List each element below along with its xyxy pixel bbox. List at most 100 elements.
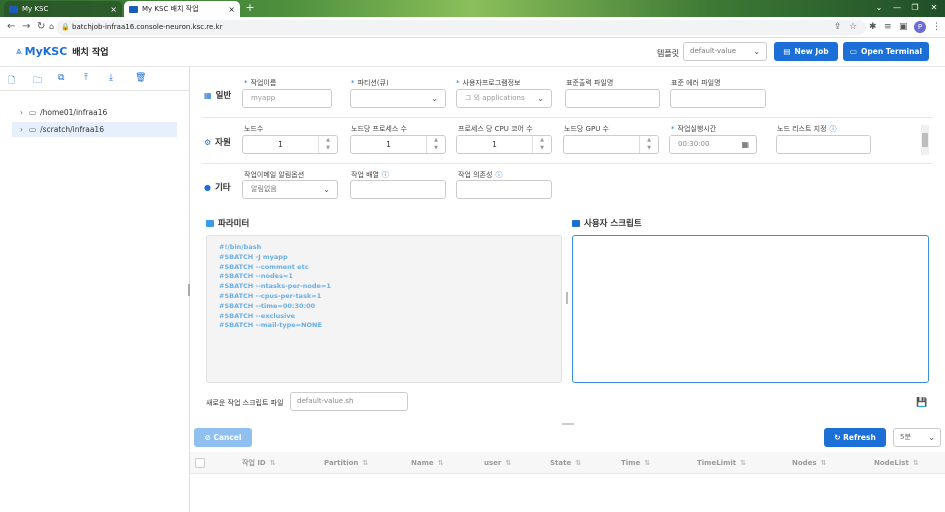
scrollbar-thumb[interactable] bbox=[922, 133, 928, 147]
app-logo[interactable]: ⩓ MyKSC 배치 작업 bbox=[16, 45, 109, 58]
mail-select[interactable]: 알림없음 ⌄ bbox=[242, 180, 338, 199]
column-user[interactable]: user ⇅ bbox=[484, 452, 511, 474]
sidepanel-icon[interactable]: ▣ bbox=[899, 22, 908, 32]
user-script-editor[interactable] bbox=[572, 235, 929, 383]
copy-icon[interactable]: ⧉ bbox=[58, 73, 64, 83]
delete-icon[interactable]: 🗑 bbox=[135, 73, 146, 83]
time-value: 00:30:00 bbox=[678, 140, 710, 148]
stderr-input[interactable] bbox=[670, 89, 766, 108]
share-icon[interactable]: ⇪ bbox=[834, 22, 842, 32]
new-file-icon[interactable]: 🗋 bbox=[8, 73, 15, 89]
back-icon[interactable]: ← bbox=[7, 21, 15, 32]
column-state[interactable]: State ⇅ bbox=[550, 452, 581, 474]
dependency-input[interactable] bbox=[456, 180, 552, 199]
bookmark-star-icon[interactable]: ☆ bbox=[849, 22, 857, 32]
forward-icon[interactable]: → bbox=[22, 21, 30, 32]
stdout-input[interactable] bbox=[565, 89, 660, 108]
close-icon[interactable]: × bbox=[110, 5, 117, 14]
sort-icon[interactable]: ⇅ bbox=[821, 459, 827, 467]
menu-kebab-icon[interactable]: ⋮ bbox=[932, 22, 941, 32]
form-scrollbar[interactable] bbox=[921, 125, 929, 155]
window-close-icon[interactable]: ✕ bbox=[925, 0, 943, 17]
template-select[interactable]: default-value ⌄ bbox=[683, 42, 767, 61]
params-icon bbox=[206, 219, 214, 227]
new-job-button[interactable]: ▤ New Job bbox=[774, 42, 838, 61]
sort-icon[interactable]: ⇅ bbox=[362, 459, 368, 467]
user-script-title: 사용자 스크립트 bbox=[572, 217, 642, 229]
tree-item-scratch[interactable]: › ▭/scratch/infraa16 bbox=[12, 122, 177, 137]
required-marker: * bbox=[456, 79, 460, 87]
browser-tab-batch[interactable]: My KSC 배치 작업 × bbox=[124, 1, 240, 17]
time-input[interactable]: 00:30:00 ▦ bbox=[669, 135, 757, 154]
close-icon[interactable]: × bbox=[228, 5, 235, 14]
job-name-input[interactable]: myapp bbox=[242, 89, 332, 108]
sort-icon[interactable]: ⇅ bbox=[913, 459, 919, 467]
app-info-select[interactable]: 그 외 applications ⌄ bbox=[456, 89, 552, 108]
job-table-header: 작업 ID ⇅ Partition ⇅ Name ⇅ user ⇅ State ⇅ Tim… bbox=[190, 452, 945, 474]
file-tree-panel: 🗋 🗀 ⧉ ⤒ ⤓ 🗑 › ▭/home01/infraa16 › ▭/scratc… bbox=[0, 67, 190, 512]
profile-avatar[interactable]: P bbox=[914, 21, 926, 33]
help-icon[interactable]: ⓘ bbox=[495, 171, 502, 179]
download-icon[interactable]: ⤓ bbox=[109, 73, 113, 83]
params-title-text: 파라미터 bbox=[218, 219, 250, 229]
sort-icon[interactable]: ⇅ bbox=[505, 459, 511, 467]
new-folder-icon[interactable]: 🗀 bbox=[33, 73, 42, 89]
editor-resize-handle[interactable] bbox=[566, 292, 568, 304]
column-name[interactable]: Name ⇅ bbox=[411, 452, 444, 474]
minimize-icon[interactable]: — bbox=[888, 0, 906, 17]
column-nodelist[interactable]: NodeList ⇅ bbox=[874, 452, 919, 474]
reload-icon[interactable]: ↻ bbox=[37, 21, 45, 32]
refresh-button[interactable]: ↻ Refresh bbox=[824, 428, 886, 447]
stepper-arrows-icon[interactable]: ▲ ▼ bbox=[639, 136, 658, 153]
nodes-stepper[interactable]: 1 ▲ ▼ bbox=[242, 135, 338, 154]
dependency-label-text: 작업 의존성 bbox=[458, 171, 493, 179]
script-file-input[interactable]: default-value.sh bbox=[290, 392, 408, 411]
column-partition[interactable]: Partition ⇅ bbox=[324, 452, 368, 474]
maximize-icon[interactable]: ❐ bbox=[906, 0, 924, 17]
upload-icon[interactable]: ⤒ bbox=[84, 73, 88, 83]
save-icon[interactable]: 💾 bbox=[916, 398, 927, 408]
more-icon: ● bbox=[204, 182, 211, 192]
help-icon[interactable]: ⓘ bbox=[830, 125, 837, 133]
section-resources-label: 자원 bbox=[215, 138, 231, 148]
url-input[interactable]: 🔒 batchjob-infraa16.console-neuron.ksc.r… bbox=[56, 20, 866, 35]
chevron-down-icon[interactable]: ⌄ bbox=[870, 0, 888, 17]
divider bbox=[202, 117, 932, 118]
home-icon[interactable]: ⌂ bbox=[49, 22, 54, 31]
chevron-right-icon[interactable]: › bbox=[20, 125, 23, 134]
table-resize-handle[interactable] bbox=[562, 423, 574, 425]
chevron-right-icon[interactable]: › bbox=[20, 108, 23, 117]
refresh-interval-select[interactable]: 5분 ⌄ bbox=[893, 428, 941, 447]
cpu-stepper[interactable]: 1 ▲ ▼ bbox=[456, 135, 552, 154]
column-timelimit[interactable]: TimeLimit ⇅ bbox=[697, 452, 746, 474]
open-terminal-button[interactable]: ▭ Open Terminal bbox=[843, 42, 929, 61]
stepper-arrows-icon[interactable]: ▲ ▼ bbox=[318, 136, 337, 153]
procs-stepper[interactable]: 1 ▲ ▼ bbox=[350, 135, 446, 154]
new-tab-icon[interactable]: + bbox=[244, 2, 256, 14]
cancel-button[interactable]: ⊘ Cancel bbox=[194, 428, 252, 447]
stepper-arrows-icon[interactable]: ▲ ▼ bbox=[426, 136, 445, 153]
column-job-id[interactable]: 작업 ID ⇅ bbox=[242, 452, 276, 474]
tree-item-home[interactable]: › ▭/home01/infraa16 bbox=[12, 105, 177, 120]
sort-icon[interactable]: ⇅ bbox=[644, 459, 650, 467]
sort-icon[interactable]: ⇅ bbox=[270, 459, 276, 467]
nodelist-input[interactable] bbox=[776, 135, 871, 154]
array-input[interactable] bbox=[350, 180, 446, 199]
column-nodes[interactable]: Nodes ⇅ bbox=[792, 452, 826, 474]
sort-icon[interactable]: ⇅ bbox=[575, 459, 581, 467]
refresh-icon: ↻ bbox=[834, 433, 844, 442]
stderr-label: 표준 에러 파일명 bbox=[671, 79, 721, 87]
extensions-icon[interactable]: ✱ bbox=[869, 22, 877, 32]
column-time[interactable]: Time ⇅ bbox=[621, 452, 650, 474]
new-job-label: New Job bbox=[794, 47, 829, 56]
media-icon[interactable]: ≡ bbox=[884, 22, 892, 32]
gpu-stepper[interactable]: ▲ ▼ bbox=[563, 135, 659, 154]
help-icon[interactable]: ⓘ bbox=[382, 171, 389, 179]
partition-select[interactable]: ⌄ bbox=[350, 89, 446, 108]
browser-tab-myksc[interactable]: My KSC × bbox=[4, 1, 122, 17]
select-all-checkbox[interactable] bbox=[195, 458, 205, 468]
calendar-icon[interactable]: ▦ bbox=[741, 136, 749, 153]
sort-icon[interactable]: ⇅ bbox=[438, 459, 444, 467]
sort-icon[interactable]: ⇅ bbox=[740, 459, 746, 467]
stepper-arrows-icon[interactable]: ▲ ▼ bbox=[532, 136, 551, 153]
